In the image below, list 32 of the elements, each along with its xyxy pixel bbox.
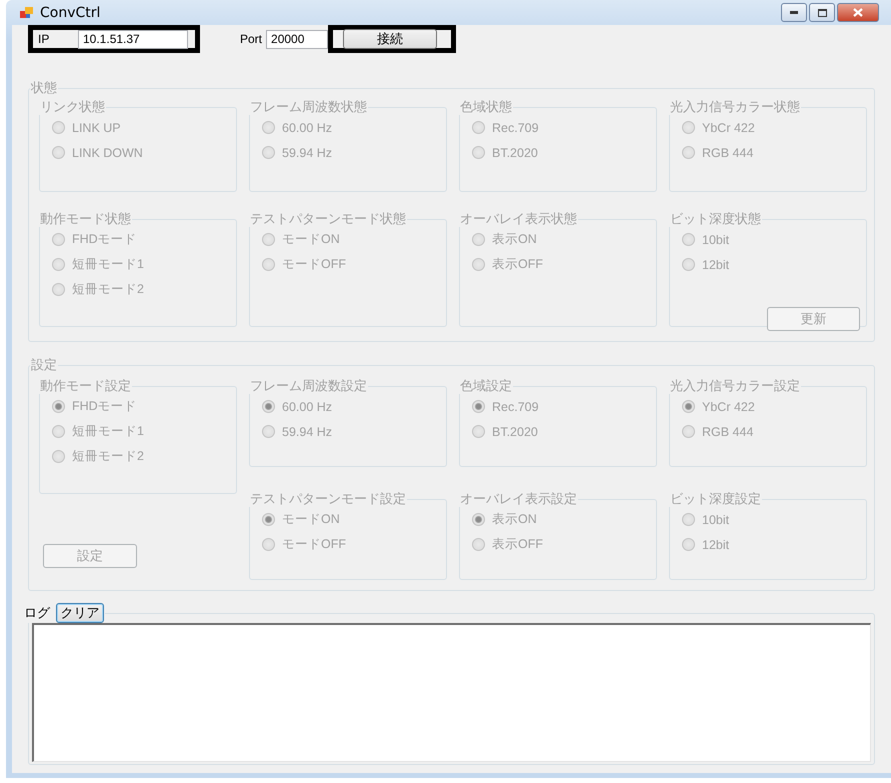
ip-field[interactable]: 10.1.51.37 (78, 30, 188, 48)
app-icon (20, 6, 34, 20)
log-label: ログ (24, 606, 50, 620)
group-title: 動作モード設定 (40, 379, 131, 394)
group-title: オーバレイ表示設定 (460, 492, 577, 507)
group-title: 光入力信号カラー設定 (670, 379, 800, 394)
clear-button[interactable]: クリア (56, 603, 104, 623)
port-label: Port (240, 32, 262, 46)
panel-title: 状態 (31, 81, 57, 96)
minimize-icon (790, 11, 798, 14)
group-title: フレーム周波数状態 (250, 100, 367, 115)
group-title: ビット深度状態 (670, 212, 761, 227)
group-title: 色域状態 (460, 100, 512, 115)
group-title: リンク状態 (40, 100, 105, 115)
group-title: フレーム周波数設定 (250, 379, 367, 394)
group-title: テストパターンモード状態 (250, 212, 406, 227)
panel-title: 設定 (31, 358, 57, 373)
group-title: 色域設定 (460, 379, 512, 394)
group-title: 動作モード状態 (40, 212, 131, 227)
close-icon (853, 8, 863, 17)
window-title: ConvCtrl (40, 4, 102, 20)
ip-label: IP (38, 32, 50, 46)
close-button[interactable] (837, 3, 879, 22)
maximize-icon (818, 8, 826, 16)
group-title: ビット深度設定 (670, 492, 761, 507)
connect-button[interactable]: 接続 (343, 29, 438, 49)
group-title: テストパターンモード設定 (250, 492, 406, 507)
group-title: 光入力信号カラー状態 (670, 100, 800, 115)
minimize-button[interactable] (781, 3, 807, 22)
group-title: オーバレイ表示状態 (460, 212, 577, 227)
port-field[interactable]: 20000 (266, 30, 328, 48)
maximize-button[interactable] (809, 3, 835, 22)
